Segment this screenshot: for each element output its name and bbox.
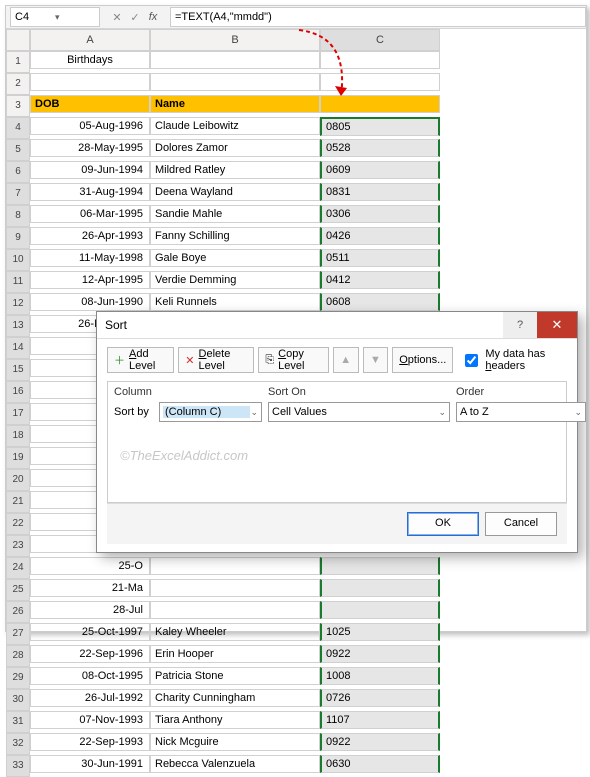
row-header[interactable]: 19 <box>6 447 30 469</box>
row-header[interactable]: 30 <box>6 689 30 711</box>
row-header[interactable]: 26 <box>6 601 30 623</box>
row-header[interactable]: 1 <box>6 51 30 73</box>
row-header[interactable]: 14 <box>6 337 30 359</box>
move-down-button: ▼ <box>363 347 389 373</box>
name-box-value: C4 <box>15 11 55 23</box>
x-icon: ✕ <box>185 354 194 367</box>
move-up-button: ▲ <box>333 347 359 373</box>
row-header[interactable]: 12 <box>6 293 30 315</box>
row-header[interactable]: 22 <box>6 513 30 535</box>
row-header[interactable]: 10 <box>6 249 30 271</box>
sorton-header: Sort On <box>268 386 450 398</box>
row-header[interactable]: 29 <box>6 667 30 689</box>
order-combo[interactable]: A to Z⌄ <box>456 402 586 422</box>
dialog-title: Sort <box>97 318 503 332</box>
row-header[interactable]: 3 <box>6 95 30 117</box>
headers-checkbox[interactable]: My data has headers <box>461 348 567 372</box>
chevron-down-icon[interactable]: ▾ <box>55 12 95 23</box>
row-header[interactable]: 31 <box>6 711 30 733</box>
row-header[interactable]: 7 <box>6 183 30 205</box>
sort-dialog: Sort ? ✕ ＋Add Level ✕Delete Level ⎘Copy … <box>96 311 578 553</box>
formula-bar: C4▾ ✕ ✓ fx =TEXT(A4,"mmdd") <box>6 6 586 29</box>
ok-button[interactable]: OK <box>407 512 479 536</box>
cancel-button[interactable]: Cancel <box>485 512 557 536</box>
col-header-A[interactable]: A <box>30 29 150 51</box>
formula-buttons: ✕ ✓ fx <box>104 11 170 24</box>
cancel-formula-icon[interactable]: ✕ <box>110 11 124 24</box>
row-header[interactable]: 15 <box>6 359 30 381</box>
row-header[interactable]: 25 <box>6 579 30 601</box>
formula-input[interactable]: =TEXT(A4,"mmdd") <box>170 7 586 27</box>
sort-levels-list: Column Sort On Order Sort by (Column C)⌄… <box>107 381 567 503</box>
row-header[interactable]: 5 <box>6 139 30 161</box>
delete-level-button[interactable]: ✕Delete Level <box>178 347 254 373</box>
chevron-down-icon: ⌄ <box>250 407 258 418</box>
chevron-down-icon: ⌄ <box>438 407 446 418</box>
sorton-combo[interactable]: Cell Values⌄ <box>268 402 450 422</box>
select-all-corner[interactable] <box>6 29 30 51</box>
order-header: Order <box>456 386 586 398</box>
col-header-C[interactable]: C <box>320 29 440 51</box>
row-header[interactable]: 24 <box>6 557 30 579</box>
copy-icon: ⎘ <box>265 354 274 367</box>
row-header[interactable]: 8 <box>6 205 30 227</box>
add-level-button[interactable]: ＋Add Level <box>107 347 174 373</box>
row-header[interactable]: 11 <box>6 271 30 293</box>
watermark: ©TheExcelAddict.com <box>120 448 248 463</box>
row-header[interactable]: 33 <box>6 755 30 777</box>
fx-icon[interactable]: fx <box>146 11 160 24</box>
accept-formula-icon[interactable]: ✓ <box>128 11 142 24</box>
row-header[interactable]: 2 <box>6 73 30 95</box>
plus-icon: ＋ <box>114 352 125 368</box>
row-header[interactable]: 4 <box>6 117 30 139</box>
name-box[interactable]: C4▾ <box>10 7 100 27</box>
row-header[interactable]: 32 <box>6 733 30 755</box>
row-header[interactable]: 9 <box>6 227 30 249</box>
row-header[interactable]: 13 <box>6 315 30 337</box>
dialog-toolbar: ＋Add Level ✕Delete Level ⎘Copy Level ▲ ▼… <box>107 347 567 373</box>
row-header[interactable]: 20 <box>6 469 30 491</box>
row-header[interactable]: 16 <box>6 381 30 403</box>
row-header[interactable]: 28 <box>6 645 30 667</box>
close-button[interactable]: ✕ <box>537 312 577 338</box>
row-header[interactable]: 6 <box>6 161 30 183</box>
sortby-combo[interactable]: (Column C)⌄ <box>159 402 262 422</box>
chevron-down-icon: ⌄ <box>574 407 582 418</box>
sort-level-row: Sort by (Column C)⌄ Cell Values⌄ A to Z⌄ <box>114 402 560 422</box>
row-header[interactable]: 17 <box>6 403 30 425</box>
copy-level-button[interactable]: ⎘Copy Level <box>258 347 329 373</box>
row-header[interactable]: 23 <box>6 535 30 557</box>
help-button[interactable]: ? <box>503 312 537 338</box>
options-button[interactable]: Options... <box>392 347 453 373</box>
row-header[interactable]: 21 <box>6 491 30 513</box>
sortby-label: Sort by <box>114 406 156 418</box>
col-header-B[interactable]: B <box>150 29 320 51</box>
dialog-titlebar[interactable]: Sort ? ✕ <box>97 312 577 339</box>
row-header[interactable]: 18 <box>6 425 30 447</box>
row-header[interactable]: 27 <box>6 623 30 645</box>
column-header: Column <box>114 386 262 398</box>
